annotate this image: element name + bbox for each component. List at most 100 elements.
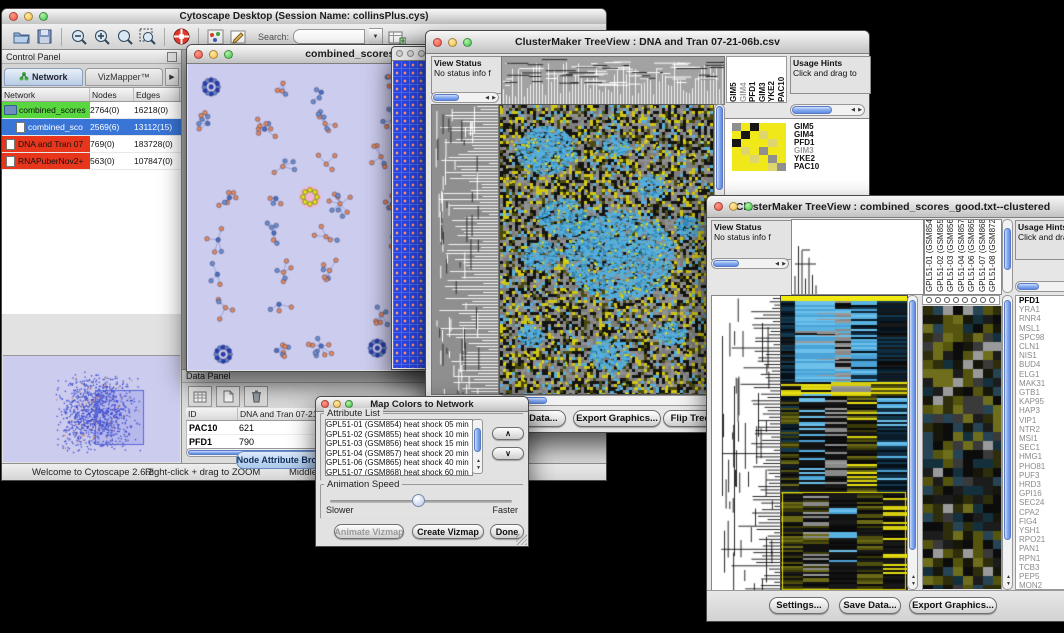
gene-label[interactable]: SEC24 <box>1019 498 1064 507</box>
gene-label[interactable]: KAP95 <box>1019 397 1064 406</box>
column-toggle-icon[interactable] <box>953 297 959 303</box>
treeview2-sub-heatmap[interactable] <box>922 306 1002 591</box>
network-overview[interactable] <box>3 355 180 463</box>
gene-label[interactable]: PFD1 <box>1019 296 1064 305</box>
gene-label[interactable]: TCB3 <box>1019 563 1064 572</box>
network-table-header[interactable]: Network Nodes Edges <box>2 88 181 102</box>
scroll-down-icon[interactable]: ▼ <box>911 582 916 587</box>
treeview1-heatmap[interactable] <box>499 104 714 395</box>
matrix-cell[interactable] <box>750 131 759 139</box>
treeview2-titlebar[interactable]: ClusterMaker TreeView : combined_scores_… <box>707 196 1064 218</box>
column-toggle-icon[interactable] <box>962 297 968 303</box>
treeview2-usage-scrollbar[interactable] <box>1015 281 1064 292</box>
gene-label[interactable]: ELG1 <box>1019 370 1064 379</box>
zoom-out-icon[interactable] <box>69 27 88 46</box>
scroll-right-icon[interactable]: ▶ <box>782 262 786 267</box>
open-folder-icon[interactable] <box>12 27 31 46</box>
matrix-cell[interactable] <box>777 155 786 163</box>
gene-label[interactable]: PHO81 <box>1019 462 1064 471</box>
column-toggle-icon[interactable] <box>980 297 986 303</box>
matrix-cell[interactable] <box>759 123 768 131</box>
column-toggle-icon[interactable] <box>944 297 950 303</box>
matrix-cell[interactable] <box>777 123 786 131</box>
matrix-cell[interactable] <box>732 131 741 139</box>
main-titlebar[interactable]: Cytoscape Desktop (Session Name: collins… <box>2 9 606 25</box>
scroll-up-icon[interactable]: ▲ <box>1006 575 1011 580</box>
matrix-cell[interactable] <box>759 139 768 147</box>
scroll-left-icon[interactable]: ◀ <box>775 262 779 267</box>
gene-label[interactable]: MSL1 <box>1019 324 1064 333</box>
matrix-cell[interactable] <box>777 147 786 155</box>
gene-label[interactable]: BUD4 <box>1019 360 1064 369</box>
column-toggle-icon[interactable] <box>926 297 932 303</box>
attribute-list-item[interactable]: GPL51-04 (GSM857) heat shock 20 min <box>326 449 472 459</box>
move-up-button[interactable]: ∧ <box>492 427 524 440</box>
zoom-button[interactable] <box>744 202 753 211</box>
gene-label[interactable]: SPC98 <box>1019 333 1064 342</box>
tab-vizmapper[interactable]: VizMapper™ <box>85 68 164 86</box>
gene-label[interactable]: MAK31 <box>1019 379 1064 388</box>
matrix-cell[interactable] <box>759 147 768 155</box>
float-panel-icon[interactable] <box>167 52 177 62</box>
zoom-fit-icon[interactable] <box>138 27 157 46</box>
gene-label[interactable]: YSH1 <box>1019 526 1064 535</box>
search-input[interactable] <box>293 29 365 44</box>
treeview1-status-scrollbar[interactable]: ◀ ▶ <box>431 92 499 103</box>
treeview1-column-dendrogram[interactable] <box>501 56 725 105</box>
gene-label[interactable]: CPA2 <box>1019 508 1064 517</box>
matrix-cell[interactable] <box>741 155 750 163</box>
scroll-down-icon[interactable]: ▼ <box>1006 582 1011 587</box>
minimize-button[interactable] <box>333 400 341 408</box>
treeview2-button-settings[interactable]: Settings... <box>769 597 829 614</box>
gene-label[interactable]: RNR4 <box>1019 314 1064 323</box>
attribute-list-item[interactable]: GPL51-07 (GSM868) heat shock 60 min <box>326 468 472 477</box>
gene-label[interactable]: MON2 <box>1019 581 1064 590</box>
column-toggle-icon[interactable] <box>935 297 941 303</box>
attribute-list-item[interactable]: GPL51-01 (GSM854) heat shock 05 min <box>326 420 472 430</box>
matrix-cell[interactable] <box>732 155 741 163</box>
network-overview-canvas[interactable] <box>3 356 180 462</box>
zoom-button[interactable] <box>39 12 48 21</box>
treeview2-row-dendrogram[interactable] <box>711 295 781 592</box>
treeview1-similarity-matrix[interactable] <box>732 123 786 171</box>
zoom-in-icon[interactable] <box>92 27 111 46</box>
gene-label[interactable]: GTB1 <box>1019 388 1064 397</box>
close-button[interactable] <box>9 12 18 21</box>
gene-label[interactable]: RPN1 <box>1019 554 1064 563</box>
help-lifering-icon[interactable] <box>172 27 191 46</box>
zoom-button[interactable] <box>224 50 233 59</box>
matrix-cell[interactable] <box>768 123 777 131</box>
gene-label[interactable]: HRD3 <box>1019 480 1064 489</box>
treeview1-usage-scrollbar[interactable]: ◀ ▶ <box>790 104 865 116</box>
new-attribute-icon[interactable] <box>216 386 240 407</box>
search-dropdown-icon[interactable]: ▼ <box>369 28 383 45</box>
matrix-cell[interactable] <box>741 131 750 139</box>
treeview2-vscrollbar[interactable]: ▲ ▼ <box>907 295 918 590</box>
gene-label[interactable]: PUF3 <box>1019 471 1064 480</box>
column-toggle-icon[interactable] <box>971 297 977 303</box>
minimize-button[interactable] <box>729 202 738 211</box>
gene-label[interactable]: FIG4 <box>1019 517 1064 526</box>
network-table-row[interactable]: combined_scores2764(0)16218(0) <box>2 102 181 119</box>
matrix-cell[interactable] <box>750 155 759 163</box>
close-button[interactable] <box>714 202 723 211</box>
treeview2-labels-scrollbar[interactable] <box>1002 219 1013 293</box>
matrix-cell[interactable] <box>732 163 741 171</box>
gene-label[interactable]: HAP3 <box>1019 406 1064 415</box>
scroll-right-icon[interactable]: ▶ <box>492 96 496 101</box>
select-attributes-icon[interactable] <box>188 386 212 407</box>
minimize-button[interactable] <box>24 12 33 21</box>
scroll-left-icon[interactable]: ◀ <box>485 96 489 101</box>
matrix-cell[interactable] <box>732 139 741 147</box>
treeview2-gene-list[interactable]: PFD1YRA1RNR4MSL1SPC98CLN1NIS1BUD4ELG1MAK… <box>1015 295 1064 590</box>
gene-label[interactable]: PAN1 <box>1019 544 1064 553</box>
matrix-cell[interactable] <box>732 123 741 131</box>
gene-label[interactable]: MSI1 <box>1019 434 1064 443</box>
treeview1-hscrollbar[interactable] <box>499 395 712 406</box>
close-button[interactable] <box>194 50 203 59</box>
scroll-down-icon[interactable]: ▼ <box>476 466 481 471</box>
matrix-cell[interactable] <box>777 131 786 139</box>
save-icon[interactable] <box>35 27 54 46</box>
treeview1-button-export-graphics[interactable]: Export Graphics... <box>573 410 661 427</box>
gene-label[interactable]: NIS1 <box>1019 351 1064 360</box>
